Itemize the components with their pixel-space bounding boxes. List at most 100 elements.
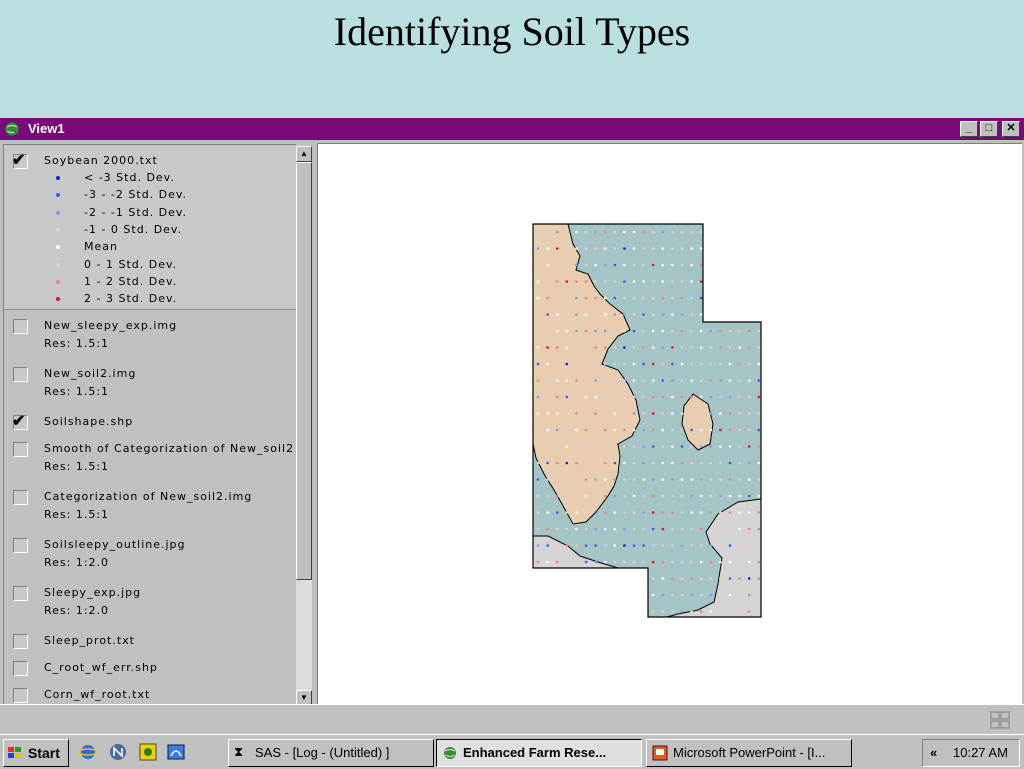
yield-point: [603, 263, 607, 267]
yield-point: [575, 527, 578, 531]
layer-checkbox[interactable]: [13, 442, 28, 457]
yield-point: [565, 280, 569, 283]
layer-item[interactable]: Corn_wf_root.txt: [4, 679, 296, 705]
yield-point: [661, 494, 665, 498]
yield-point: [565, 329, 569, 333]
yield-point: [575, 313, 578, 316]
yield-point: [690, 346, 693, 349]
yield-point: [536, 379, 540, 382]
yield-point: [555, 379, 559, 382]
layer-checkbox[interactable]: [13, 367, 28, 382]
layer-item[interactable]: C_root_wf_err.shp: [4, 652, 296, 679]
yield-point: [594, 610, 597, 613]
yield-point: [719, 412, 722, 415]
layer-checkbox[interactable]: [13, 319, 28, 334]
yield-point: [757, 362, 761, 366]
yield-point: [594, 593, 597, 597]
yield-point: [651, 263, 655, 267]
layer-checkbox[interactable]: [13, 634, 28, 649]
yield-point: [757, 511, 761, 514]
yield-point: [757, 577, 761, 580]
netscape-icon[interactable]: [108, 742, 128, 762]
yield-point: [661, 263, 665, 267]
layer-item[interactable]: Smooth of Categorization of New_soil2 Res…: [4, 433, 296, 481]
yield-point: [603, 478, 607, 481]
app-icon[interactable]: [138, 742, 158, 762]
yield-point: [757, 412, 761, 415]
map-view[interactable]: [317, 143, 1022, 705]
yield-point: [594, 494, 597, 498]
yield-point: [565, 395, 569, 399]
task-powerpoint[interactable]: Microsoft PowerPoint - [I...: [646, 739, 852, 767]
yield-point: [671, 544, 674, 547]
yield-point: [738, 329, 741, 333]
layer-checkbox[interactable]: [13, 538, 28, 553]
yield-point: [613, 280, 617, 283]
yield-point: [757, 313, 761, 316]
layer-checkbox[interactable]: [13, 688, 28, 703]
legend-scrollbar[interactable]: ▲ ▼: [296, 146, 312, 706]
yield-point: [699, 461, 703, 465]
layer-resolution: Res: 1.5:1: [44, 385, 110, 398]
yield-point: [536, 544, 540, 547]
task-sas[interactable]: ⧗ SAS - [Log - (Untitled) ]: [228, 739, 434, 767]
layer-item[interactable]: New_soil2.img Res: 1.5:1: [4, 358, 296, 406]
layer-soybean[interactable]: ✔ Soybean 2000.txt < -3 Std. Dev. -3 - -2…: [4, 145, 296, 310]
ie-icon[interactable]: [78, 742, 98, 762]
yield-point: [651, 560, 655, 564]
start-button[interactable]: Start: [3, 739, 69, 767]
yield-point: [546, 296, 549, 300]
clock[interactable]: 10:27 AM: [953, 740, 1008, 766]
yield-point: [671, 263, 674, 267]
layer-item[interactable]: Categorization of New_soil2.img Res: 1.5:…: [4, 481, 296, 529]
layer-checkbox[interactable]: ✔: [12, 413, 28, 430]
yield-point: [709, 610, 713, 613]
yield-point: [565, 346, 569, 349]
layer-item[interactable]: ✔ Soilshape.shp: [4, 406, 296, 433]
layer-item[interactable]: Soilsleepy_outline.jpg Res: 1:2.0: [4, 529, 296, 577]
browser-icon[interactable]: [166, 742, 186, 762]
yield-point: [555, 280, 559, 283]
maximize-button[interactable]: □: [980, 121, 998, 137]
yield-point: [623, 527, 626, 531]
yield-point: [757, 527, 761, 531]
layer-checkbox[interactable]: [13, 490, 28, 505]
yield-point: [747, 593, 751, 597]
tray-expand-icon[interactable]: «: [930, 740, 937, 766]
layer-checkbox[interactable]: [13, 661, 28, 676]
yield-point: [728, 395, 732, 399]
layer-item[interactable]: Sleep_prot.txt: [4, 625, 296, 652]
layer-checkbox[interactable]: [13, 586, 28, 601]
yield-point: [680, 593, 684, 597]
window-titlebar[interactable]: View1 _ □ ✕: [0, 118, 1024, 140]
task-enhanced-farm[interactable]: Enhanced Farm Rese...: [436, 739, 642, 767]
yield-point: [747, 362, 751, 366]
layer-item[interactable]: Sleepy_exp.jpg Res: 1:2.0: [4, 577, 296, 625]
layer-item[interactable]: New_sleepy_exp.img Res: 1.5:1: [4, 310, 296, 358]
yield-point: [575, 478, 578, 481]
yield-point: [594, 445, 597, 448]
scroll-up-button[interactable]: ▲: [296, 146, 312, 162]
close-button[interactable]: ✕: [1002, 121, 1020, 137]
yield-point: [536, 527, 540, 531]
layer-checkbox[interactable]: ✔: [12, 152, 28, 169]
scroll-thumb[interactable]: [296, 162, 312, 580]
yield-point: [594, 412, 597, 415]
yield-point: [747, 379, 751, 382]
yield-point: [565, 461, 569, 465]
minimize-button[interactable]: _: [960, 121, 978, 137]
yield-point: [603, 296, 607, 300]
yield-point: [594, 511, 597, 514]
yield-point: [603, 247, 607, 250]
yield-point: [651, 296, 655, 300]
soil-map[interactable]: [318, 144, 1022, 705]
yield-point: [546, 313, 549, 316]
yield-point: [565, 412, 569, 415]
yield-point: [623, 280, 626, 283]
yield-point: [536, 560, 540, 564]
yield-point: [565, 379, 569, 382]
yield-point: [690, 412, 693, 415]
yield-point: [690, 544, 693, 547]
yield-point: [651, 593, 655, 597]
yield-point: [719, 247, 722, 250]
